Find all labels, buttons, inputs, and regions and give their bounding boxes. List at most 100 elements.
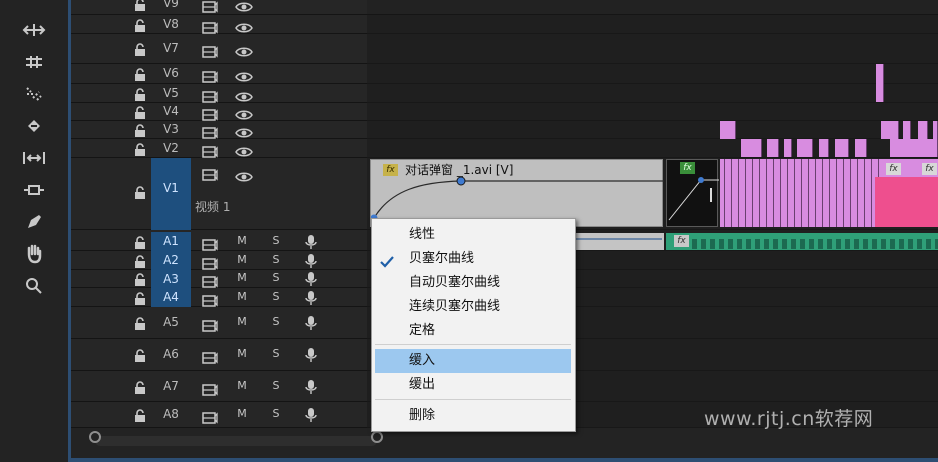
track-name[interactable]: A4: [151, 288, 191, 307]
pen-icon[interactable]: [20, 210, 48, 234]
video-clip-small[interactable]: [720, 121, 736, 139]
eye-icon[interactable]: [235, 143, 253, 156]
sync-lock-icon[interactable]: [202, 349, 218, 364]
track-name[interactable]: A8: [151, 407, 191, 421]
track-name[interactable]: V2: [151, 141, 191, 155]
audio-track-header-a7[interactable]: A7 M S: [71, 371, 367, 402]
lock-icon[interactable]: [133, 254, 147, 268]
audio-track-header-a3[interactable]: A3 M S: [71, 270, 367, 288]
eye-icon[interactable]: [235, 19, 253, 32]
track-name[interactable]: V7: [151, 41, 191, 55]
timeline-lane[interactable]: [367, 15, 938, 34]
track-name[interactable]: V4: [151, 104, 191, 118]
mute-button[interactable]: M: [235, 315, 249, 328]
video-track-header-v4[interactable]: V4: [71, 103, 367, 121]
lock-icon[interactable]: [133, 18, 147, 32]
fx-badge[interactable]: fx: [674, 235, 689, 247]
lock-icon[interactable]: [133, 0, 147, 11]
timeline-lane[interactable]: [367, 64, 938, 84]
eye-icon[interactable]: [235, 106, 253, 120]
timeline-lane[interactable]: [367, 103, 938, 121]
mute-button[interactable]: M: [235, 271, 249, 284]
lock-icon[interactable]: [133, 291, 147, 305]
mute-button[interactable]: M: [235, 253, 249, 266]
lock-icon[interactable]: [133, 380, 147, 394]
track-name[interactable]: A7: [151, 379, 191, 393]
solo-button[interactable]: S: [269, 379, 283, 392]
track-name[interactable]: V3: [151, 122, 191, 136]
track-name[interactable]: V1: [151, 158, 191, 230]
video-clip-small[interactable]: [876, 64, 884, 102]
razor-icon[interactable]: [20, 114, 48, 138]
lock-icon[interactable]: [133, 67, 147, 81]
voiceover-mic-icon[interactable]: [305, 290, 317, 306]
sync-lock-icon[interactable]: [202, 106, 218, 121]
audio-track-header-a4[interactable]: A4 M S: [71, 288, 367, 307]
menu-item-2[interactable]: 自动贝塞尔曲线: [372, 271, 575, 295]
timeline-lane[interactable]: [367, 34, 938, 64]
track-name[interactable]: V5: [151, 86, 191, 100]
video-clip-small[interactable]: [903, 121, 911, 139]
mute-button[interactable]: M: [235, 379, 249, 392]
video-track-header-v3[interactable]: V3: [71, 121, 367, 139]
video-track-header-v7[interactable]: V7: [71, 34, 367, 64]
sync-lock-icon[interactable]: [202, 381, 218, 396]
solo-button[interactable]: S: [269, 347, 283, 360]
zoom-icon[interactable]: [20, 274, 48, 298]
video-track-header-v6[interactable]: V6: [71, 64, 367, 84]
fx-badge[interactable]: fx: [922, 163, 937, 175]
menu-item-5[interactable]: 缓入: [375, 349, 571, 373]
slide-icon[interactable]: [20, 178, 48, 202]
voiceover-mic-icon[interactable]: [305, 379, 317, 395]
audio-clip[interactable]: fx: [666, 233, 938, 250]
video-clip-small[interactable]: [918, 121, 928, 139]
video-clip-small[interactable]: [890, 139, 938, 157]
audio-track-header-a1[interactable]: A1 M S: [71, 232, 367, 251]
voiceover-mic-icon[interactable]: [305, 234, 317, 250]
lock-icon[interactable]: [133, 142, 147, 156]
mute-button[interactable]: M: [235, 347, 249, 360]
video-track-header-v9[interactable]: V9: [71, 0, 367, 15]
video-track-header-v1[interactable]: V1 视频 1: [71, 158, 367, 230]
lock-icon[interactable]: [133, 185, 147, 199]
menu-item-6[interactable]: 缓出: [372, 373, 575, 397]
voiceover-mic-icon[interactable]: [305, 271, 317, 287]
sync-lock-icon[interactable]: [202, 0, 218, 13]
eye-icon[interactable]: [235, 124, 253, 138]
track-name[interactable]: A5: [151, 315, 191, 329]
track-name[interactable]: A2: [151, 251, 191, 270]
video-clip-small[interactable]: [835, 139, 849, 157]
horizontal-scrollbar[interactable]: [71, 428, 938, 462]
video-clip-small[interactable]: [797, 139, 813, 157]
track-name[interactable]: A3: [151, 270, 191, 288]
sync-lock-icon[interactable]: [202, 409, 218, 424]
video-clip-small[interactable]: [784, 139, 792, 157]
scrollbar-track[interactable]: [95, 436, 377, 446]
mute-button[interactable]: M: [235, 234, 249, 247]
ripple-edit-icon[interactable]: [20, 50, 48, 74]
video-track-header-v2[interactable]: V2: [71, 139, 367, 158]
track-name[interactable]: A1: [151, 232, 191, 251]
solo-button[interactable]: S: [269, 253, 283, 266]
solo-button[interactable]: S: [269, 290, 283, 303]
lock-icon[interactable]: [133, 235, 147, 249]
sync-lock-icon[interactable]: [202, 19, 218, 34]
lock-icon[interactable]: [133, 348, 147, 362]
sync-lock-icon[interactable]: [202, 43, 218, 58]
solo-button[interactable]: S: [269, 315, 283, 328]
timeline-lane[interactable]: [367, 84, 938, 103]
lock-icon[interactable]: [133, 123, 147, 137]
hand-icon[interactable]: [20, 242, 48, 266]
mute-button[interactable]: M: [235, 407, 249, 420]
video-clip[interactable]: fx 对话弹窗 _1.avi [V]: [370, 159, 664, 227]
voiceover-mic-icon[interactable]: [305, 315, 317, 331]
eye-icon[interactable]: [235, 88, 253, 101]
video-clip-small[interactable]: [881, 121, 899, 139]
scrollbar-right-handle[interactable]: [371, 431, 383, 443]
audio-clip-grey[interactable]: [574, 233, 664, 250]
voiceover-mic-icon[interactable]: [305, 347, 317, 363]
lock-icon[interactable]: [133, 42, 147, 56]
audio-track-header-a8[interactable]: A8 M S: [71, 402, 367, 428]
lock-icon[interactable]: [133, 408, 147, 422]
video-clip-small[interactable]: [767, 139, 779, 157]
